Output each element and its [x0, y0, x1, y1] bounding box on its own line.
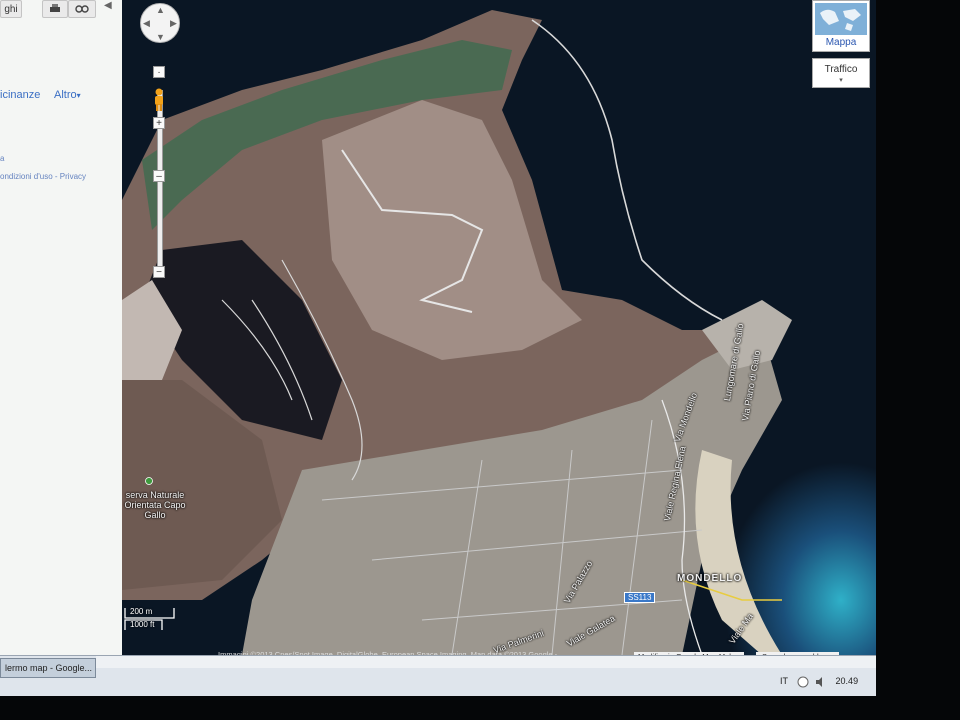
scale-bar: 200 m 1000 ft: [122, 606, 180, 632]
print-button[interactable]: [42, 0, 68, 18]
link-icon: [75, 5, 89, 13]
printer-icon: [50, 4, 60, 12]
town-label: MONDELLO: [677, 573, 743, 584]
pegman-icon[interactable]: [152, 88, 166, 112]
more-link[interactable]: Altro▾: [54, 89, 81, 101]
chevron-down-icon: ▾: [839, 77, 843, 84]
zoom-out-button[interactable]: −: [153, 266, 165, 278]
system-tray: IT 20.49: [780, 676, 864, 688]
road-shield-badge: SS113: [624, 592, 656, 603]
pan-right-icon[interactable]: ▶: [170, 18, 177, 29]
map-thumbnail: [815, 3, 867, 35]
traffic-label: Traffico: [824, 64, 858, 75]
more-label: Altro: [54, 89, 77, 101]
nearby-link[interactable]: icinanze: [0, 89, 40, 101]
pan-control[interactable]: ▲ ▼ ◀ ▶: [140, 3, 180, 43]
dropdown-arrow-icon: ▾: [76, 91, 81, 100]
link-button[interactable]: [68, 0, 96, 18]
map-type-label: Mappa: [825, 37, 857, 48]
collapse-panel-icon[interactable]: ◀: [104, 0, 112, 11]
scale-imperial: 1000 ft: [130, 620, 155, 629]
button-label: ghi: [4, 3, 18, 15]
scale-metric: 200 m: [130, 607, 153, 616]
pan-up-icon[interactable]: ▲: [156, 5, 165, 15]
pan-down-icon[interactable]: ▼: [156, 32, 165, 42]
horizontal-scrollbar[interactable]: [96, 656, 876, 668]
sidebar-link[interactable]: a: [0, 154, 4, 163]
poi-label[interactable]: serva Naturale Orientata Capo Gallo: [121, 490, 189, 520]
map-type-button[interactable]: Mappa: [812, 0, 870, 52]
traffic-button[interactable]: Traffico ▾: [812, 58, 870, 88]
satellite-imagery: [122, 0, 876, 655]
terms-privacy-link[interactable]: ondizioni d'uso - Privacy: [0, 172, 86, 181]
left-panel: ghi ◀ icinanze Altro▾ a ondizioni d'uso …: [0, 0, 123, 655]
park-marker-icon[interactable]: [145, 477, 153, 487]
network-icon[interactable]: [797, 676, 809, 688]
clock[interactable]: 20.49: [836, 676, 859, 686]
map-home-button[interactable]: ·: [153, 66, 165, 78]
satellite-map[interactable]: Via Mondello Viale Regina Elena Via Pala…: [122, 0, 876, 655]
zoom-in-button[interactable]: +: [153, 117, 165, 129]
pan-left-icon[interactable]: ◀: [143, 18, 150, 29]
toolbar-button[interactable]: ghi: [0, 0, 22, 18]
taskbar-window-button[interactable]: lermo map - Google...: [0, 658, 96, 678]
zoom-slider-handle[interactable]: –: [153, 170, 165, 182]
taskbar: lermo map - Google... IT 20.49: [0, 655, 876, 696]
volume-icon[interactable]: [815, 676, 827, 688]
language-indicator[interactable]: IT: [780, 676, 788, 686]
